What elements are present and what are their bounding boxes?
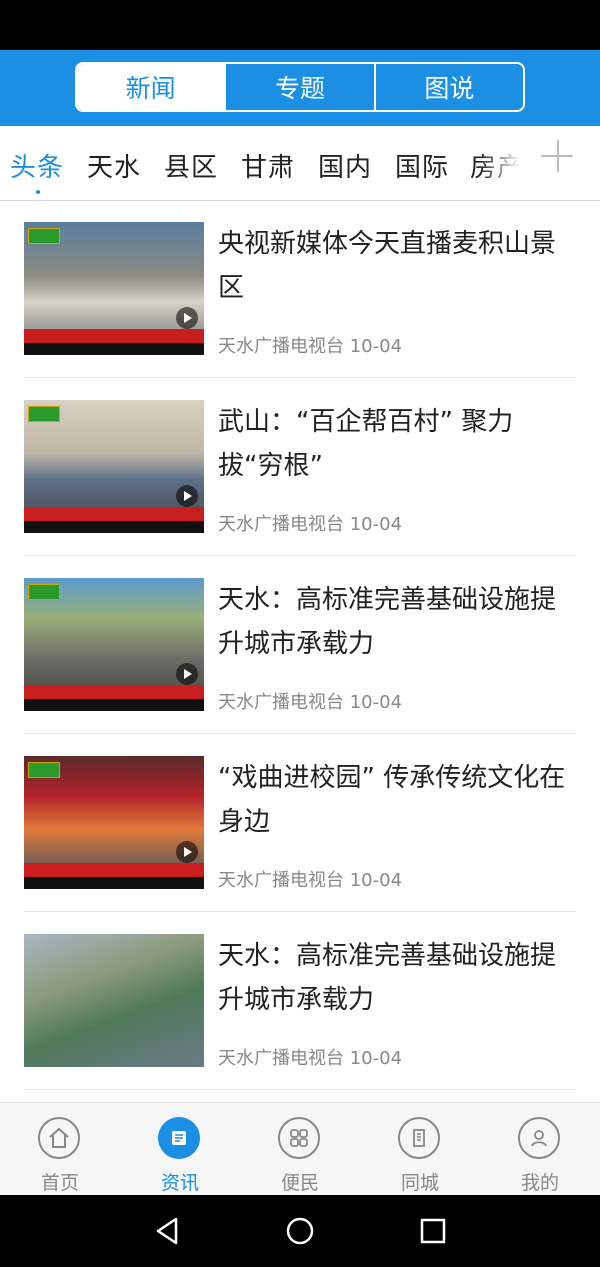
divider bbox=[24, 1089, 576, 1090]
thumbnail-caption-bar bbox=[24, 329, 204, 343]
play-icon bbox=[176, 307, 198, 329]
segment-pictures[interactable]: 图说 bbox=[373, 64, 523, 110]
tv-logo-icon bbox=[28, 228, 60, 244]
tab-me[interactable]: 我的 bbox=[490, 1113, 590, 1194]
channel-bar: 头条 天水 县区 甘肃 国内 国际 房产 bbox=[0, 126, 600, 201]
news-source: 天水广播电视台 bbox=[218, 692, 344, 713]
grid-icon bbox=[278, 1117, 320, 1159]
thumbnail-ticker bbox=[24, 343, 204, 355]
news-thumbnail bbox=[24, 578, 204, 711]
thumbnail-caption-bar bbox=[24, 507, 204, 521]
news-source: 天水广播电视台 bbox=[218, 1048, 344, 1069]
bottom-tab-bar: 首页 资讯 便民 同城 我的 bbox=[0, 1102, 600, 1196]
channel-tianshui[interactable]: 天水 bbox=[87, 147, 141, 184]
news-item[interactable]: 天水：高标准完善基础设施提升城市承载力 天水广播电视台 10-04 bbox=[0, 912, 600, 1090]
tab-home[interactable]: 首页 bbox=[10, 1113, 110, 1194]
news-date: 10-04 bbox=[349, 870, 403, 891]
play-icon bbox=[176, 663, 198, 685]
news-title: 天水：高标准完善基础设施提升城市承载力 bbox=[218, 941, 557, 1015]
channel-toutiao[interactable]: 头条 bbox=[10, 147, 64, 184]
news-icon bbox=[158, 1117, 200, 1159]
status-bar bbox=[0, 0, 600, 50]
news-thumbnail bbox=[24, 222, 204, 355]
channel-county[interactable]: 县区 bbox=[164, 147, 218, 184]
tv-logo-icon bbox=[28, 762, 60, 778]
news-thumbnail bbox=[24, 400, 204, 533]
news-date: 10-04 bbox=[349, 514, 403, 535]
user-icon bbox=[518, 1117, 560, 1159]
news-source: 天水广播电视台 bbox=[218, 514, 344, 535]
tab-news[interactable]: 资讯 bbox=[130, 1113, 230, 1194]
thumbnail-caption-bar bbox=[24, 685, 204, 699]
add-channel-icon[interactable] bbox=[540, 140, 576, 176]
thumbnail-ticker bbox=[24, 699, 204, 711]
home-circle-icon[interactable] bbox=[284, 1215, 316, 1247]
tab-label: 同城 bbox=[400, 1172, 439, 1194]
play-icon bbox=[176, 841, 198, 863]
home-icon bbox=[38, 1117, 80, 1159]
tab-label: 便民 bbox=[280, 1172, 319, 1194]
news-source: 天水广播电视台 bbox=[218, 336, 344, 357]
news-list: 央视新媒体今天直播麦积山景区 天水广播电视台 10-04 武山：“百企帮百村” … bbox=[0, 200, 600, 1102]
tv-logo-icon bbox=[28, 584, 60, 600]
channel-list: 头条 天水 县区 甘肃 国内 国际 房产 bbox=[0, 126, 520, 200]
channel-international[interactable]: 国际 bbox=[395, 147, 449, 184]
play-icon bbox=[176, 485, 198, 507]
news-meta: 天水广播电视台 10-04 bbox=[218, 688, 402, 714]
news-thumbnail bbox=[24, 756, 204, 889]
news-meta: 天水广播电视台 10-04 bbox=[218, 332, 402, 358]
news-title: “戏曲进校园” 传承传统文化在身边 bbox=[218, 763, 566, 837]
building-icon bbox=[398, 1117, 440, 1159]
news-item[interactable]: 武山：“百企帮百村” 聚力拔“穷根” 天水广播电视台 10-04 bbox=[0, 378, 600, 556]
segment-control: 新闻 专题 图说 bbox=[75, 62, 525, 112]
news-meta: 天水广播电视台 10-04 bbox=[218, 866, 402, 892]
segment-topics[interactable]: 专题 bbox=[224, 64, 373, 110]
news-thumbnail bbox=[24, 934, 204, 1067]
channel-fade bbox=[480, 126, 520, 200]
recents-icon[interactable] bbox=[417, 1215, 449, 1247]
news-meta: 天水广播电视台 10-04 bbox=[218, 1044, 402, 1070]
tab-city[interactable]: 同城 bbox=[370, 1113, 470, 1194]
thumbnail-caption-bar bbox=[24, 863, 204, 877]
news-title: 央视新媒体今天直播麦积山景区 bbox=[218, 229, 557, 303]
tab-label: 首页 bbox=[40, 1172, 79, 1194]
news-date: 10-04 bbox=[349, 692, 403, 713]
news-title: 天水：高标准完善基础设施提升城市承载力 bbox=[218, 585, 557, 659]
tab-services[interactable]: 便民 bbox=[250, 1113, 350, 1194]
news-date: 10-04 bbox=[349, 1048, 403, 1069]
news-title: 武山：“百企帮百村” 聚力拔“穷根” bbox=[218, 407, 514, 481]
thumbnail-ticker bbox=[24, 521, 204, 533]
news-meta: 天水广播电视台 10-04 bbox=[218, 510, 402, 536]
back-icon[interactable] bbox=[152, 1215, 184, 1247]
news-item[interactable]: 天水：高标准完善基础设施提升城市承载力 天水广播电视台 10-04 bbox=[0, 556, 600, 734]
tab-label: 资讯 bbox=[160, 1172, 199, 1194]
channel-gansu[interactable]: 甘肃 bbox=[241, 147, 295, 184]
system-nav-bar bbox=[0, 1195, 600, 1267]
thumbnail-ticker bbox=[24, 877, 204, 889]
news-source: 天水广播电视台 bbox=[218, 870, 344, 891]
news-item[interactable]: 央视新媒体今天直播麦积山景区 天水广播电视台 10-04 bbox=[0, 200, 600, 378]
tab-label: 我的 bbox=[520, 1172, 559, 1194]
tv-logo-icon bbox=[28, 406, 60, 422]
news-date: 10-04 bbox=[349, 336, 403, 357]
active-channel-indicator bbox=[36, 190, 40, 194]
channel-domestic[interactable]: 国内 bbox=[318, 147, 372, 184]
news-item[interactable]: “戏曲进校园” 传承传统文化在身边 天水广播电视台 10-04 bbox=[0, 734, 600, 912]
segment-news[interactable]: 新闻 bbox=[77, 64, 225, 110]
